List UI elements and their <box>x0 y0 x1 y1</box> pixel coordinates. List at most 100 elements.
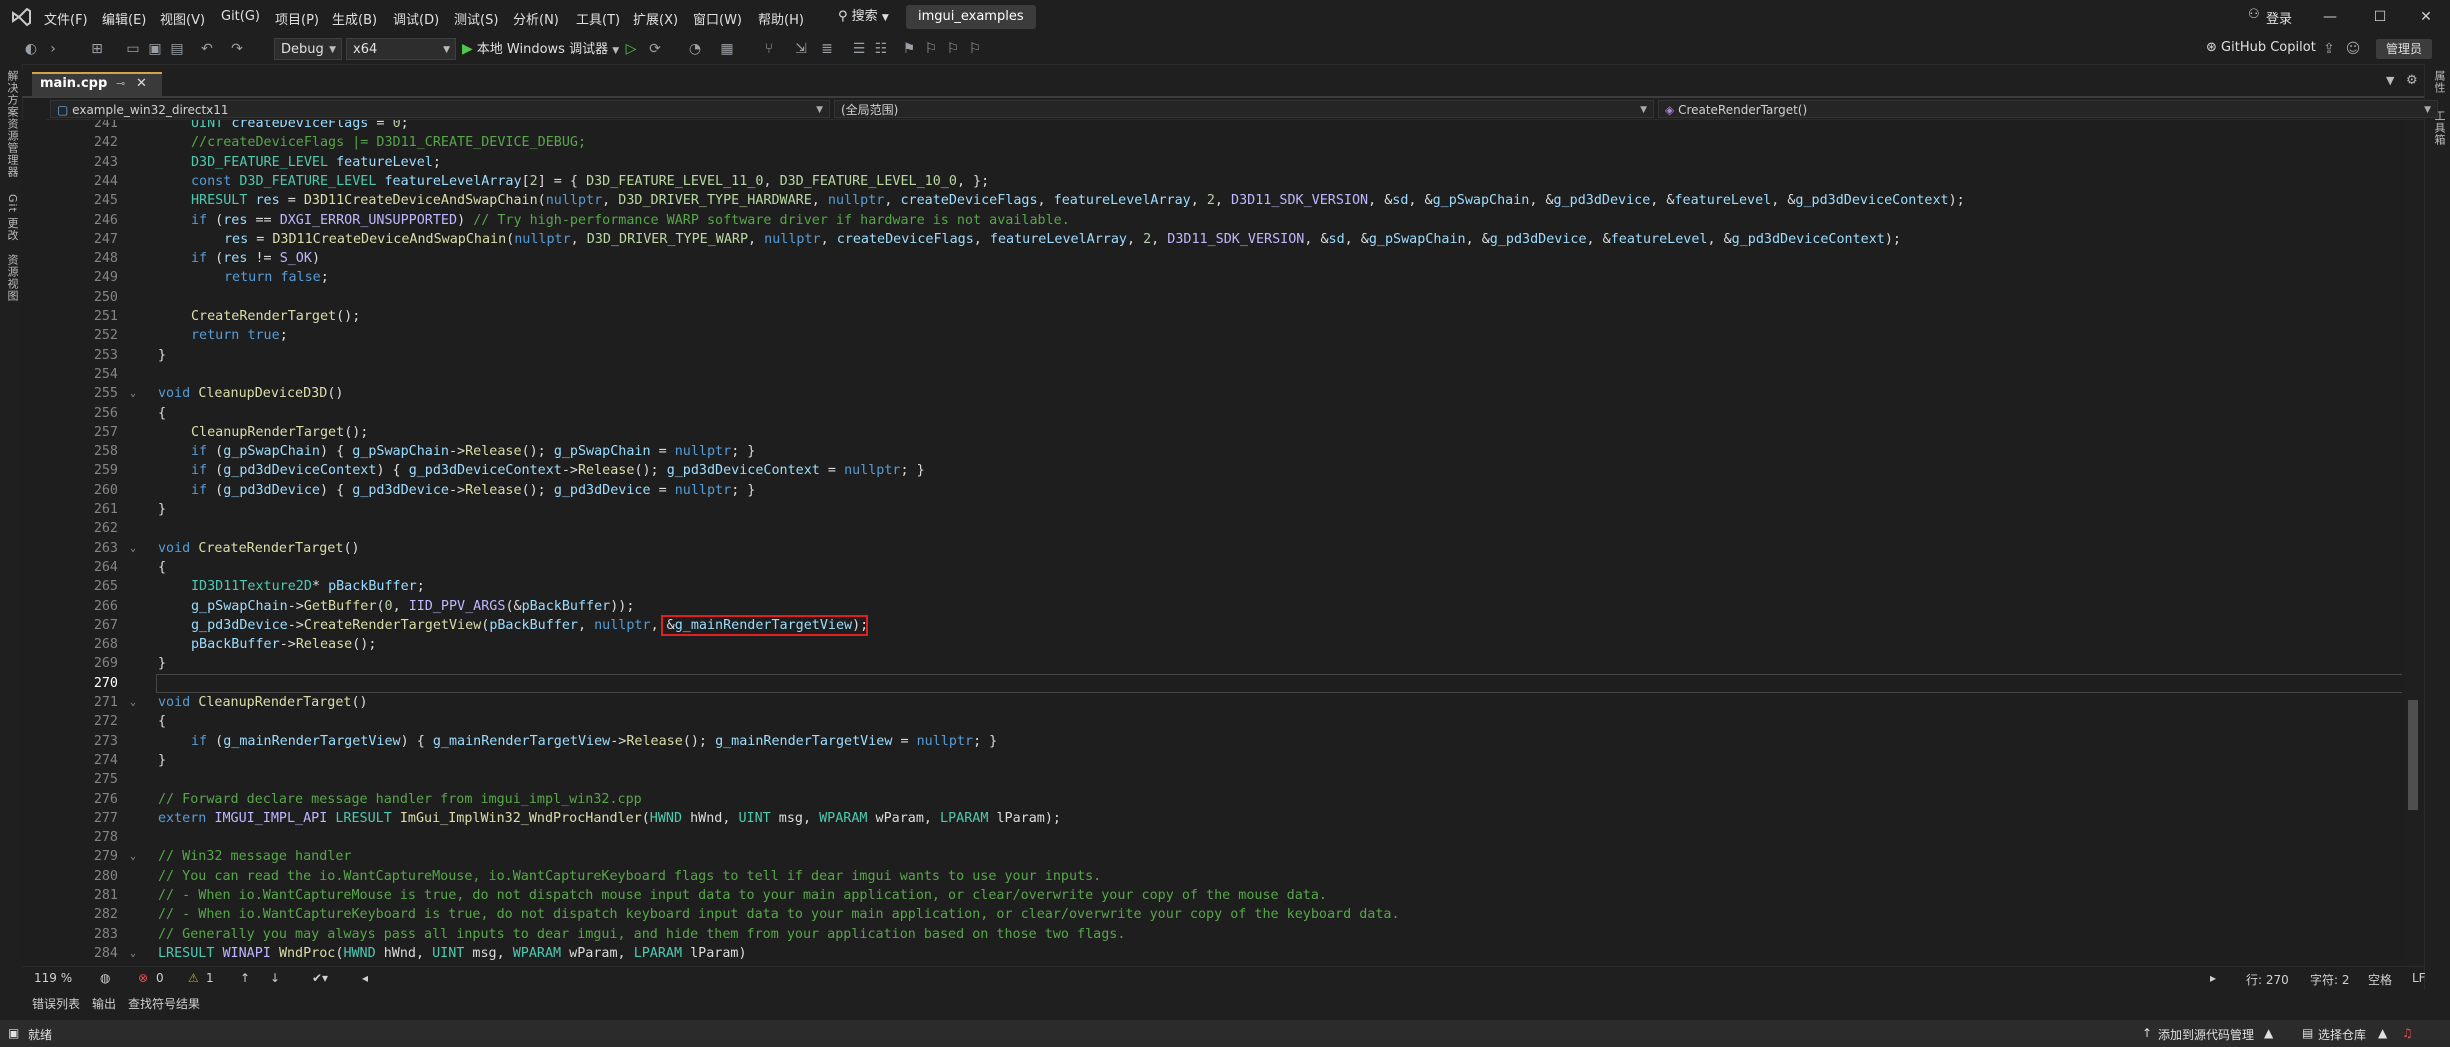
code-line[interactable]: 255 ⌄ void CleanupDeviceD3D() <box>22 384 2402 403</box>
zoom-icon[interactable]: ◍ <box>100 971 110 985</box>
code-line[interactable]: 267 g_pd3dDevice->CreateRenderTargetView(… <box>22 616 2402 635</box>
scope-dropdown[interactable]: (全局范围) ▼ <box>834 100 1654 118</box>
code-line[interactable]: 274} <box>22 751 2402 770</box>
line-ending-status[interactable]: LF <box>2412 971 2426 985</box>
clear-bookmarks-icon[interactable]: ⚐ <box>966 40 984 58</box>
uncomment-icon[interactable]: ☷ <box>872 40 890 58</box>
menu-analyze[interactable]: 分析(N) <box>513 9 559 28</box>
menu-edit[interactable]: 编辑(E) <box>102 9 146 28</box>
add-source-control-icon[interactable]: ↑ <box>2142 1026 2152 1040</box>
line-number-status[interactable]: 行: 270 <box>2246 971 2289 988</box>
code-line[interactable]: 262 <box>22 519 2402 538</box>
menu-tools[interactable]: 工具(T) <box>576 9 620 28</box>
hot-reload-icon[interactable]: ⟳ <box>646 40 664 58</box>
code-line[interactable]: 257 CleanupRenderTarget(); <box>22 423 2402 442</box>
open-folder-icon[interactable]: ▭ <box>124 40 142 58</box>
menu-help[interactable]: 帮助(H) <box>758 9 804 28</box>
save-all-icon[interactable]: ▤ <box>168 40 186 58</box>
code-line[interactable]: 281 // - When io.WantCaptureMouse is true… <box>22 886 2402 905</box>
vertical-scrollbar[interactable] <box>2402 120 2424 974</box>
tab-output[interactable]: 输出 <box>92 995 116 1012</box>
code-line[interactable]: 250 <box>22 288 2402 307</box>
undo-icon[interactable]: ↶ <box>198 40 216 58</box>
error-icon[interactable]: ⊗ <box>138 971 148 985</box>
code-line[interactable]: 275 <box>22 770 2402 789</box>
vs-logo-icon[interactable] <box>10 6 32 28</box>
code-line[interactable]: 258 if (g_pSwapChain) { g_pSwapChain->Rel… <box>22 442 2402 461</box>
code-line[interactable]: 254 <box>22 365 2402 384</box>
code-line[interactable]: 241 UINT createDeviceFlags = 0; <box>22 120 2402 133</box>
code-line[interactable]: 242 //createDeviceFlags |= D3D11_CREATE_D… <box>22 133 2402 152</box>
tab-find-symbol-results[interactable]: 查找符号结果 <box>128 995 200 1012</box>
tab-main-cpp[interactable]: main.cpp ⊸ ✕ <box>32 72 162 96</box>
copilot-button[interactable]: ⊛ GitHub Copilot <box>2206 40 2316 55</box>
arrow-up-icon[interactable]: ↑ <box>240 971 250 985</box>
code-line[interactable]: 246 if (res == DXGI_ERROR_UNSUPPORTED) //… <box>22 211 2402 230</box>
forward-nav-icon[interactable]: › <box>44 40 62 58</box>
code-line[interactable]: 251 CreateRenderTarget(); <box>22 307 2402 326</box>
select-repository-button[interactable]: 选择仓库 <box>2318 1026 2366 1043</box>
code-line[interactable]: 273 if (g_mainRenderTargetView) { g_mainR… <box>22 732 2402 751</box>
code-line[interactable]: 269} <box>22 654 2402 673</box>
code-line[interactable]: 256 { <box>22 404 2402 423</box>
prev-bookmark-icon[interactable]: ⚐ <box>922 40 940 58</box>
code-line[interactable]: 276 // Forward declare message handler fr… <box>22 790 2402 809</box>
code-line[interactable]: 249 return false; <box>22 268 2402 287</box>
platform-dropdown[interactable]: x64 ▼ <box>346 38 456 60</box>
fold-toggle-icon[interactable]: ⌄ <box>130 539 142 558</box>
code-line[interactable]: 244 const D3D_FEATURE_LEVEL featureLevelA… <box>22 172 2402 191</box>
menu-build[interactable]: 生成(B) <box>332 9 377 28</box>
repo-icon[interactable]: ▤ <box>2302 1026 2313 1040</box>
search-box[interactable]: ⚲ 搜索 ▼ <box>830 6 897 28</box>
account-icon[interactable]: ⚇ <box>2248 7 2260 22</box>
code-line[interactable]: 271 ⌄ void CleanupRenderTarget() <box>22 693 2402 712</box>
git-changes-tab[interactable]: Git 更改 <box>4 194 20 241</box>
code-line[interactable]: 268 pBackBuffer->Release(); <box>22 635 2402 654</box>
code-line[interactable]: 252 return true; <box>22 326 2402 345</box>
config-dropdown[interactable]: Debug ▼ <box>274 38 342 60</box>
close-icon[interactable]: ✕ <box>136 76 147 91</box>
char-number-status[interactable]: 字符: 2 <box>2310 971 2350 988</box>
login-link[interactable]: 登录 <box>2266 8 2292 27</box>
save-icon[interactable]: ▣ <box>146 40 164 58</box>
performance-icon[interactable]: ◔ <box>686 40 704 58</box>
notification-icon[interactable]: ♫ <box>2402 1026 2413 1040</box>
step-icon[interactable]: ⇲ <box>792 40 810 58</box>
redo-icon[interactable]: ↷ <box>228 40 246 58</box>
warning-icon[interactable]: ⚠ <box>188 971 199 985</box>
code-line[interactable]: 243 D3D_FEATURE_LEVEL featureLevel; <box>22 153 2402 172</box>
fold-toggle-icon[interactable]: ⌄ <box>130 384 142 403</box>
close-button[interactable]: ✕ <box>2408 4 2444 30</box>
member-dropdown[interactable]: ◈ CreateRenderTarget() ▼ <box>1658 100 2438 118</box>
start-without-debugging-icon[interactable]: ▷ <box>622 40 640 58</box>
code-editor[interactable]: 241 UINT createDeviceFlags = 0; 242 //creat… <box>22 120 2402 974</box>
solution-explorer-tab[interactable]: 解决方案资源管理器 <box>4 70 20 178</box>
code-cleanup-icon[interactable]: ✔▾ <box>312 971 328 985</box>
properties-tab[interactable]: 属性 <box>2431 70 2447 94</box>
code-line[interactable]: 245 HRESULT res = D3D11CreateDeviceAndSwa… <box>22 191 2402 210</box>
scroll-right-icon[interactable]: ▸ <box>2210 971 2216 985</box>
fold-toggle-icon[interactable]: ⌄ <box>130 693 142 712</box>
code-line[interactable]: 265 ID3D11Texture2D* pBackBuffer; <box>22 577 2402 596</box>
minimize-button[interactable]: — <box>2312 4 2348 30</box>
settings-icon[interactable]: ⚙ <box>2406 73 2418 88</box>
error-count[interactable]: 0 <box>156 971 164 985</box>
layout-icon[interactable]: ▦ <box>718 40 736 58</box>
arrow-down-icon[interactable]: ↓ <box>270 971 280 985</box>
code-line[interactable]: 248 if (res != S_OK) <box>22 249 2402 268</box>
code-line[interactable]: 284 ⌄ LRESULT WINAPI WndProc(HWND hWnd, UI… <box>22 944 2402 963</box>
comment-icon[interactable]: ☰ <box>850 40 868 58</box>
new-project-icon[interactable]: ⊞ <box>88 40 106 58</box>
code-line[interactable]: 253} <box>22 346 2402 365</box>
code-line[interactable]: 280 // You can read the io.WantCaptureMou… <box>22 867 2402 886</box>
resource-view-tab[interactable]: 资源视图 <box>4 254 20 302</box>
format-icon[interactable]: ≣ <box>818 40 836 58</box>
code-line[interactable]: 283 // Generally you may always pass all … <box>22 925 2402 944</box>
code-line[interactable]: 261} <box>22 500 2402 519</box>
code-line[interactable]: 247 res = D3D11CreateDeviceAndSwapChain(n… <box>22 230 2402 249</box>
code-line[interactable]: 263 ⌄ void CreateRenderTarget() <box>22 539 2402 558</box>
menu-test[interactable]: 测试(S) <box>454 9 498 28</box>
menu-debug[interactable]: 调试(D) <box>393 9 439 28</box>
zoom-level[interactable]: 119 % <box>34 971 72 985</box>
feedback-icon[interactable]: ☺ <box>2344 40 2362 58</box>
